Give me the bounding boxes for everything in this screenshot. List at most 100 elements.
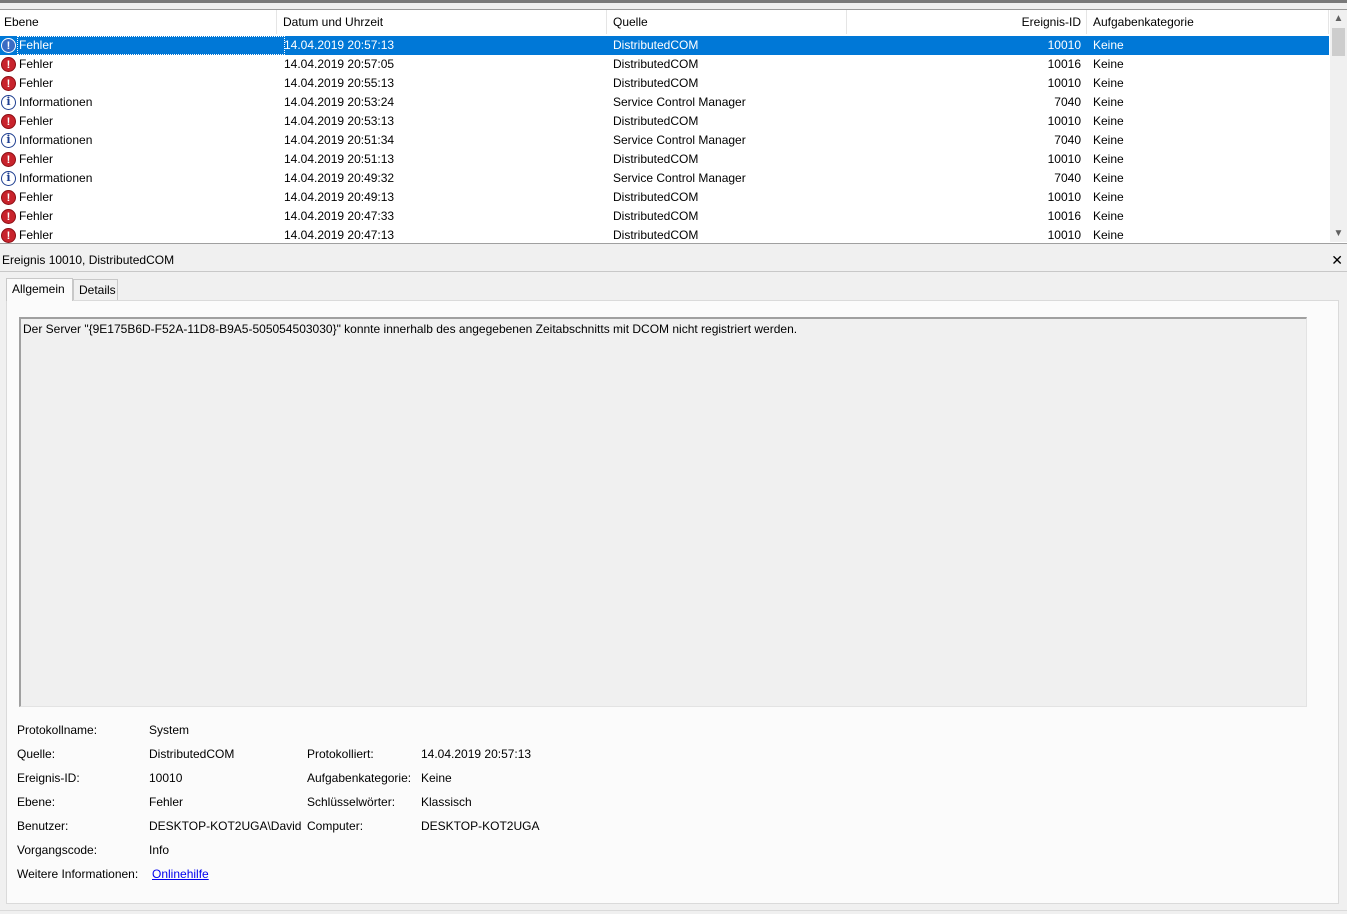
table-row[interactable]: ! Fehler 14.04.2019 20:49:13 DistributedCOM… bbox=[0, 188, 1329, 207]
cell-level: Fehler bbox=[19, 114, 54, 128]
cell-task-category: Keine bbox=[1093, 152, 1124, 166]
error-icon: ! bbox=[1, 228, 16, 243]
cell-datetime: 14.04.2019 20:57:05 bbox=[284, 57, 395, 71]
cell-level: Fehler bbox=[19, 190, 54, 204]
event-message-box[interactable]: Der Server "{9E175B6D-F52A-11D8-B9A5-505… bbox=[19, 317, 1307, 707]
table-row[interactable]: i Informationen 14.04.2019 20:49:32 Service… bbox=[0, 169, 1329, 188]
event-list-header: Ebene Datum und Uhrzeit Quelle Ereignis-… bbox=[0, 10, 1329, 34]
column-header-event-id[interactable]: Ereignis-ID bbox=[847, 10, 1087, 34]
cell-datetime: 14.04.2019 20:49:32 bbox=[284, 171, 395, 185]
label-logged: Protokolliert: bbox=[307, 747, 374, 761]
cell-task-category: Keine bbox=[1093, 38, 1124, 52]
cell-datetime: 14.04.2019 20:47:13 bbox=[284, 228, 395, 242]
cell-level: Fehler bbox=[19, 152, 54, 166]
online-help-link[interactable]: Onlinehilfe bbox=[152, 867, 209, 881]
error-icon: ! bbox=[1, 38, 16, 53]
cell-datetime: 14.04.2019 20:55:13 bbox=[284, 76, 395, 90]
cell-source: Service Control Manager bbox=[613, 171, 746, 185]
table-row[interactable]: ! Fehler 14.04.2019 20:47:13 DistributedCOM… bbox=[0, 226, 1329, 243]
cell-datetime: 14.04.2019 20:51:13 bbox=[284, 152, 395, 166]
label-task-category: Aufgabenkategorie: bbox=[307, 771, 412, 785]
error-icon: ! bbox=[1, 209, 16, 224]
value-source: DistributedCOM bbox=[149, 747, 235, 761]
cell-event-id: 10010 bbox=[1047, 38, 1081, 52]
cell-event-id: 10010 bbox=[1047, 152, 1081, 166]
column-header-task-category[interactable]: Aufgabenkategorie bbox=[1087, 10, 1329, 34]
cell-event-id: 10010 bbox=[1047, 114, 1081, 128]
detail-title: Ereignis 10010, DistributedCOM bbox=[2, 253, 175, 267]
cell-event-id: 10016 bbox=[1047, 57, 1081, 71]
label-opcode: Vorgangscode: bbox=[17, 843, 98, 857]
tab-general[interactable]: Allgemein bbox=[6, 278, 73, 301]
event-list-scrollbar[interactable]: ▲ ▼ bbox=[1330, 10, 1347, 242]
value-log-name: System bbox=[149, 723, 190, 737]
cell-event-id: 10010 bbox=[1047, 228, 1081, 242]
table-row[interactable]: i Informationen 14.04.2019 20:51:34 Service… bbox=[0, 131, 1329, 150]
error-icon: ! bbox=[1, 114, 16, 129]
cell-task-category: Keine bbox=[1093, 190, 1124, 204]
label-source: Quelle: bbox=[17, 747, 56, 761]
cell-level: Fehler bbox=[19, 57, 54, 71]
cell-level: Fehler bbox=[19, 228, 54, 242]
cell-task-category: Keine bbox=[1093, 95, 1124, 109]
cell-event-id: 7040 bbox=[1054, 171, 1081, 185]
cell-source: DistributedCOM bbox=[613, 114, 699, 128]
label-more-info: Weitere Informationen: bbox=[17, 867, 139, 881]
cell-task-category: Keine bbox=[1093, 57, 1124, 71]
scroll-up-icon[interactable]: ▲ bbox=[1330, 10, 1347, 27]
event-rows: ! Fehler 14.04.2019 20:57:13 DistributedCOM… bbox=[0, 36, 1329, 243]
table-row[interactable]: ! Fehler 14.04.2019 20:55:13 DistributedCOM… bbox=[0, 74, 1329, 93]
scroll-down-icon[interactable]: ▼ bbox=[1330, 225, 1347, 242]
table-row[interactable]: ! Fehler 14.04.2019 20:47:33 DistributedCOM… bbox=[0, 207, 1329, 226]
cell-source: DistributedCOM bbox=[613, 228, 699, 242]
cell-task-category: Keine bbox=[1093, 133, 1124, 147]
value-opcode: Info bbox=[149, 843, 170, 857]
close-icon[interactable]: ✕ bbox=[1331, 249, 1343, 271]
detail-header: Ereignis 10010, DistributedCOM ✕ bbox=[0, 249, 1347, 272]
cell-source: DistributedCOM bbox=[613, 38, 699, 52]
cell-level: Fehler bbox=[19, 38, 54, 52]
table-row[interactable]: i Informationen 14.04.2019 20:53:24 Service… bbox=[0, 93, 1329, 112]
table-row[interactable]: ! Fehler 14.04.2019 20:57:13 DistributedCOM… bbox=[0, 36, 1329, 55]
info-icon: i bbox=[1, 133, 16, 148]
cell-level: Informationen bbox=[19, 133, 93, 147]
cell-event-id: 10010 bbox=[1047, 76, 1081, 90]
table-row[interactable]: ! Fehler 14.04.2019 20:57:05 DistributedCOM… bbox=[0, 55, 1329, 74]
cell-datetime: 14.04.2019 20:57:13 bbox=[284, 38, 395, 52]
value-level: Fehler bbox=[149, 795, 184, 809]
cell-task-category: Keine bbox=[1093, 209, 1124, 223]
cell-level: Informationen bbox=[19, 95, 93, 109]
label-user: Benutzer: bbox=[17, 819, 69, 833]
value-logged: 14.04.2019 20:57:13 bbox=[421, 747, 532, 761]
column-header-source[interactable]: Quelle bbox=[607, 10, 847, 34]
value-task-category: Keine bbox=[421, 771, 452, 785]
focus-rectangle bbox=[17, 36, 285, 55]
cell-datetime: 14.04.2019 20:53:13 bbox=[284, 114, 395, 128]
table-row[interactable]: ! Fehler 14.04.2019 20:51:13 DistributedCOM… bbox=[0, 150, 1329, 169]
label-event-id: Ereignis-ID: bbox=[17, 771, 80, 785]
value-keywords: Klassisch bbox=[421, 795, 472, 809]
cell-level: Fehler bbox=[19, 209, 54, 223]
cell-source: DistributedCOM bbox=[613, 209, 699, 223]
cell-level: Fehler bbox=[19, 76, 54, 90]
column-header-level[interactable]: Ebene bbox=[0, 10, 277, 34]
cell-task-category: Keine bbox=[1093, 171, 1124, 185]
bottom-border bbox=[0, 910, 1347, 914]
cell-source: Service Control Manager bbox=[613, 133, 746, 147]
label-log-name: Protokollname: bbox=[17, 723, 98, 737]
info-icon: i bbox=[1, 171, 16, 186]
cell-task-category: Keine bbox=[1093, 114, 1124, 128]
top-divider bbox=[0, 0, 1347, 3]
scrollbar-thumb[interactable] bbox=[1332, 28, 1345, 56]
error-icon: ! bbox=[1, 152, 16, 167]
event-list[interactable]: Ebene Datum und Uhrzeit Quelle Ereignis-… bbox=[0, 10, 1347, 244]
column-header-datetime[interactable]: Datum und Uhrzeit bbox=[277, 10, 607, 34]
info-icon: i bbox=[1, 95, 16, 110]
cell-source: Service Control Manager bbox=[613, 95, 746, 109]
value-computer: DESKTOP-KOT2UGA bbox=[421, 819, 540, 833]
cell-source: DistributedCOM bbox=[613, 76, 699, 90]
cell-datetime: 14.04.2019 20:51:34 bbox=[284, 133, 395, 147]
tab-details[interactable]: Details bbox=[73, 279, 118, 300]
label-computer: Computer: bbox=[307, 819, 364, 833]
table-row[interactable]: ! Fehler 14.04.2019 20:53:13 DistributedCOM… bbox=[0, 112, 1329, 131]
